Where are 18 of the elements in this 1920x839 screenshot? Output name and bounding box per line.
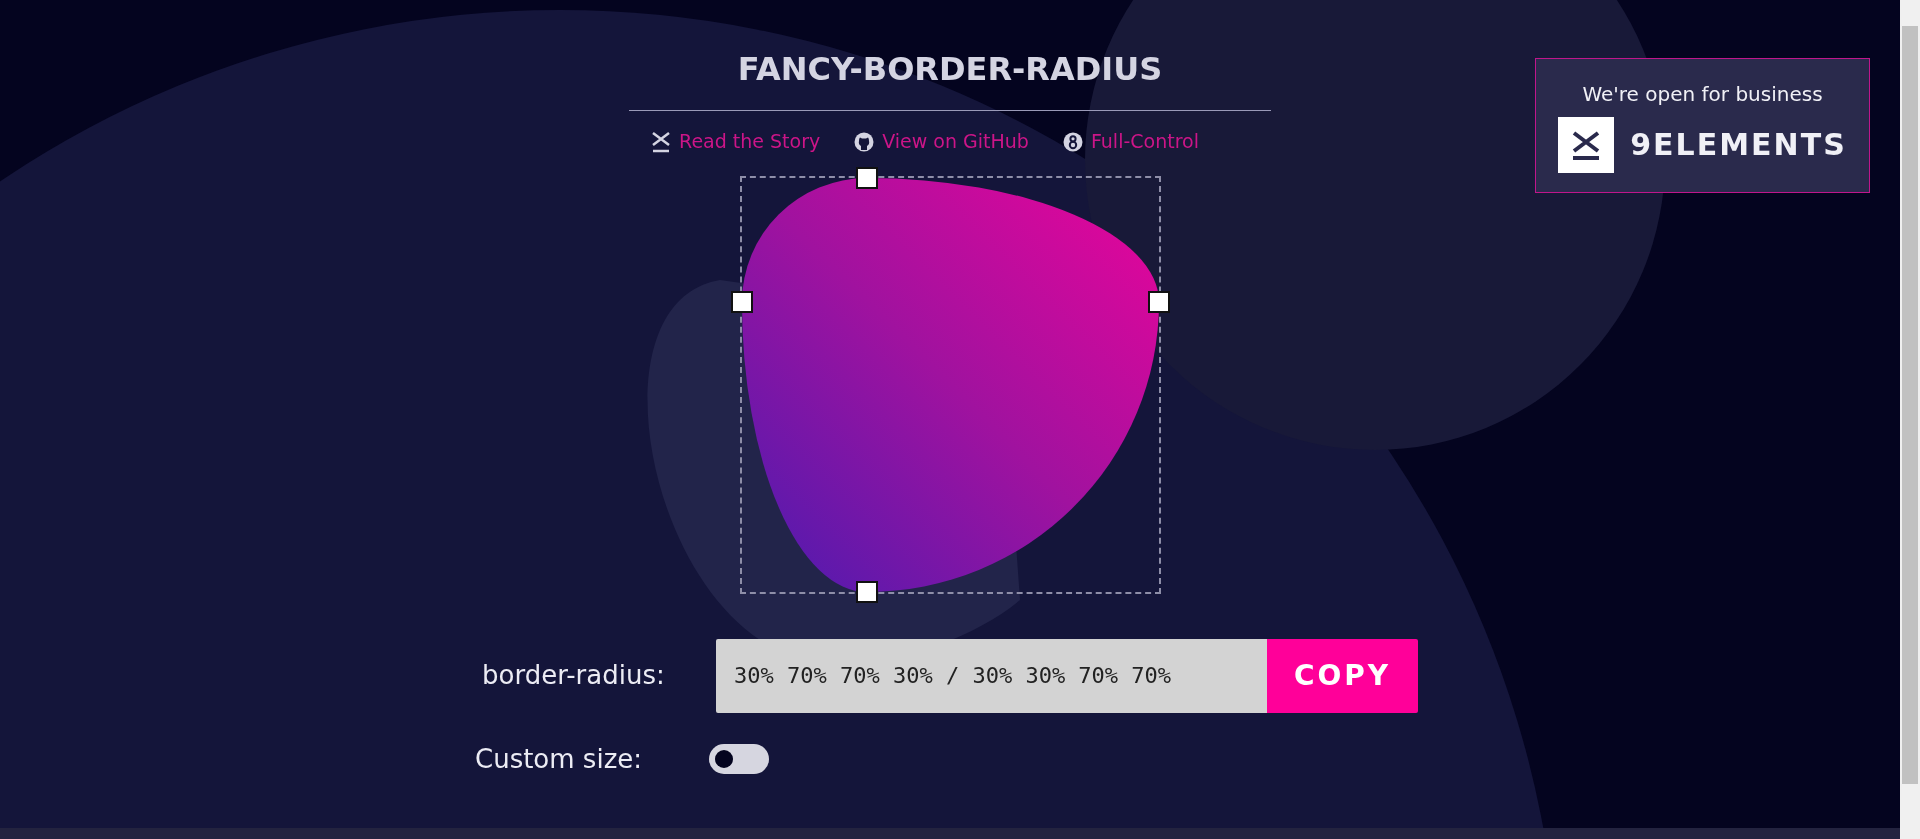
- custom-size-toggle[interactable]: [709, 744, 769, 775]
- logo-icon: [651, 130, 672, 153]
- field-label: border-radius:: [482, 659, 666, 693]
- ad-banner[interactable]: We're open for business 9ELEMENTS: [1535, 58, 1870, 193]
- brand-name: 9ELEMENTS: [1630, 126, 1847, 164]
- nav-link[interactable]: Full-Control: [1062, 127, 1199, 156]
- eight-icon: [1062, 131, 1083, 152]
- nav-link[interactable]: View on GitHub: [854, 127, 1029, 156]
- drag-handle[interactable]: [730, 291, 753, 314]
- page-title: FANCY-BORDER-RADIUS: [737, 49, 1163, 89]
- nav-link[interactable]: Read the Story: [651, 127, 821, 156]
- drag-handle[interactable]: [1147, 291, 1170, 314]
- logo-icon: [1558, 116, 1615, 173]
- ad-tagline: We're open for business: [1582, 80, 1823, 108]
- toggle-label: Custom size:: [475, 742, 644, 776]
- border-radius-field[interactable]: 30% 70% 70% 30% / 30% 30% 70% 70%: [716, 638, 1267, 713]
- copy-button[interactable]: COPY: [1267, 638, 1418, 713]
- github-icon: [854, 131, 875, 152]
